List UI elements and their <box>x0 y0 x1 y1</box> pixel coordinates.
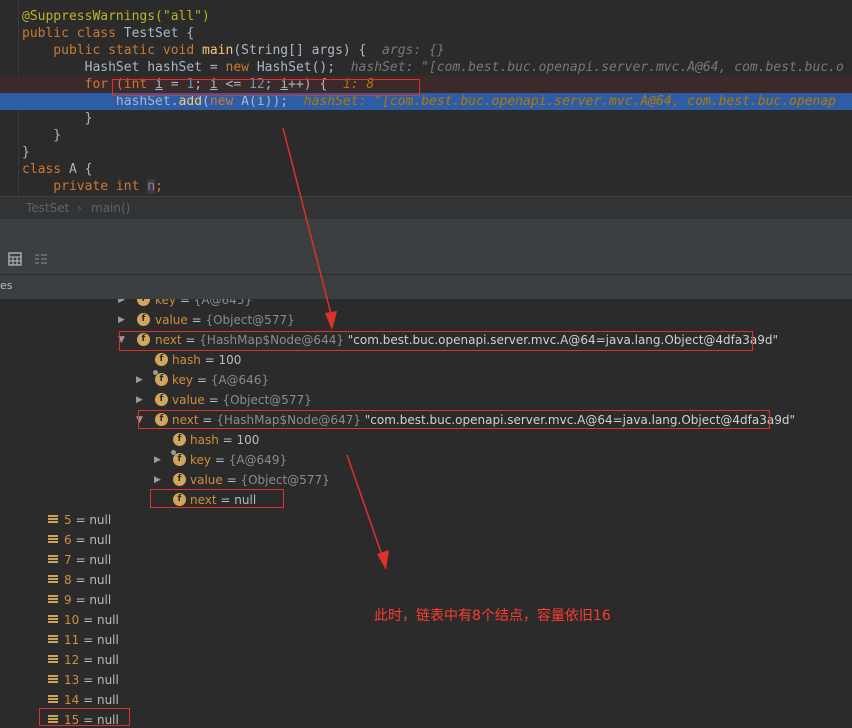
arrow-head-1 <box>325 311 337 330</box>
arrow-line-2 <box>346 454 384 559</box>
arrow-head-2 <box>377 550 389 570</box>
arrow-line-1 <box>282 127 333 319</box>
annotation-arrows <box>282 127 389 570</box>
